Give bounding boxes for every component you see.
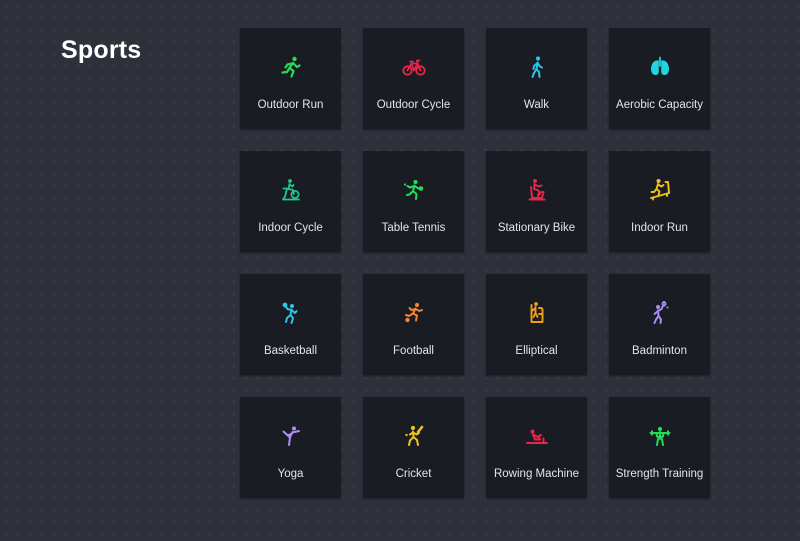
sport-tile-table-tennis[interactable]: Table Tennis — [363, 151, 464, 252]
sport-tile-outdoor-run[interactable]: Outdoor Run — [240, 28, 341, 129]
sport-label: Football — [393, 345, 434, 357]
sport-label: Table Tennis — [381, 222, 446, 234]
sport-label: Outdoor Cycle — [376, 99, 451, 111]
sport-label: Indoor Cycle — [258, 222, 323, 234]
elliptical-icon — [530, 302, 543, 323]
sport-tile-badminton[interactable]: Badminton — [609, 274, 710, 375]
sport-label: Elliptical — [515, 345, 558, 357]
page-title: Sports — [61, 36, 142, 64]
sport-tile-football[interactable]: Football — [363, 274, 464, 375]
table-tennis-icon — [403, 179, 423, 200]
sport-tile-yoga[interactable]: Yoga — [240, 397, 341, 498]
sport-tile-walk[interactable]: Walk — [486, 28, 587, 129]
sport-label: Rowing Machine — [493, 468, 579, 480]
outdoor-run-icon — [280, 56, 301, 78]
sport-label: Walk — [523, 99, 550, 111]
sport-label: Strength Training — [615, 468, 704, 480]
stationary-bike-icon — [528, 179, 545, 201]
sport-label: Outdoor Run — [257, 99, 324, 111]
sport-tile-indoor-cycle[interactable]: Indoor Cycle — [240, 151, 341, 252]
sport-tile-cricket[interactable]: Cricket — [363, 397, 464, 498]
strength-training-icon — [649, 426, 670, 446]
sport-tile-aerobic-capacity[interactable]: Aerobic Capacity — [609, 28, 710, 129]
badminton-icon — [653, 301, 668, 324]
sport-tile-elliptical[interactable]: Elliptical — [486, 274, 587, 375]
sport-label: Indoor Run — [631, 222, 688, 234]
sport-label: Badminton — [632, 345, 687, 357]
bicycle-icon — [401, 59, 426, 76]
lungs-icon — [650, 56, 669, 75]
sport-tile-outdoor-cycle[interactable]: Outdoor Cycle — [363, 28, 464, 129]
treadmill-icon — [649, 179, 670, 201]
sport-label: Yoga — [277, 468, 304, 480]
sport-tile-strength-training[interactable]: Strength Training — [609, 397, 710, 498]
sport-tile-basketball[interactable]: Basketball — [240, 274, 341, 375]
sport-label: Cricket — [395, 468, 432, 480]
sport-label: Basketball — [263, 345, 318, 357]
sport-tile-rowing-machine[interactable]: Rowing Machine — [486, 397, 587, 498]
football-icon — [404, 302, 423, 323]
cricket-icon — [404, 425, 423, 446]
sport-tile-indoor-run[interactable]: Indoor Run — [609, 151, 710, 252]
rowing-machine-icon — [525, 429, 548, 444]
sport-label: Stationary Bike — [497, 222, 576, 234]
sport-label: Aerobic Capacity — [616, 99, 703, 111]
indoor-cycle-icon — [281, 179, 300, 201]
walk-icon — [531, 56, 543, 78]
yoga-icon — [282, 426, 300, 446]
basketball-icon — [282, 302, 297, 324]
sports-grid: Outdoor Run Outdoor Cycle Walk Aerobic C… — [240, 28, 710, 498]
sport-tile-stationary-bike[interactable]: Stationary Bike — [486, 151, 587, 252]
